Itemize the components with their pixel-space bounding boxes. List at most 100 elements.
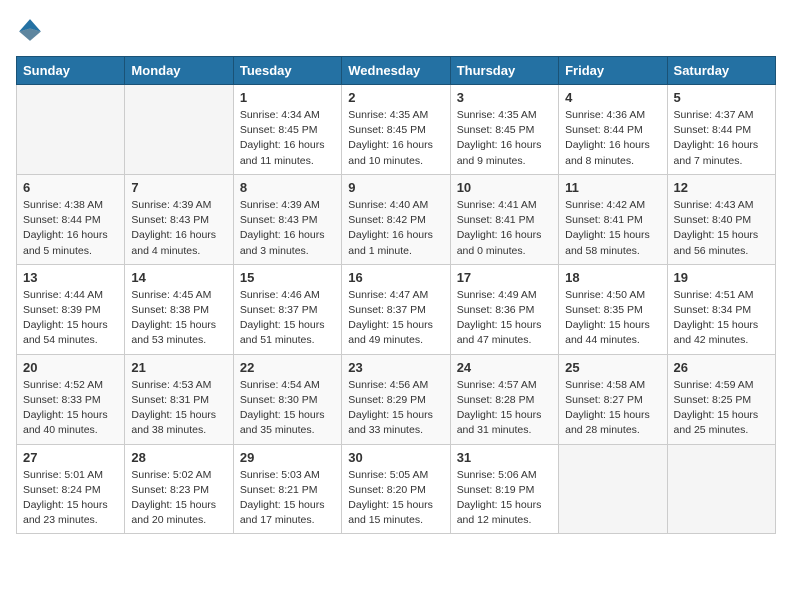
calendar-cell: 21 Sunrise: 4:53 AM Sunset: 8:31 PM Dayli… (125, 354, 233, 444)
calendar-cell (125, 85, 233, 175)
day-info: Sunrise: 4:41 AM Sunset: 8:41 PM Dayligh… (457, 198, 552, 259)
day-number: 5 (674, 90, 769, 105)
day-number: 1 (240, 90, 335, 105)
day-info: Sunrise: 4:44 AM Sunset: 8:39 PM Dayligh… (23, 288, 118, 349)
calendar-cell: 12 Sunrise: 4:43 AM Sunset: 8:40 PM Dayli… (667, 174, 775, 264)
day-info: Sunrise: 4:42 AM Sunset: 8:41 PM Dayligh… (565, 198, 660, 259)
day-number: 28 (131, 450, 226, 465)
calendar-cell (559, 444, 667, 534)
day-info: Sunrise: 4:47 AM Sunset: 8:37 PM Dayligh… (348, 288, 443, 349)
weekday-header: Monday (125, 57, 233, 85)
day-number: 14 (131, 270, 226, 285)
day-info: Sunrise: 4:59 AM Sunset: 8:25 PM Dayligh… (674, 378, 769, 439)
day-info: Sunrise: 4:56 AM Sunset: 8:29 PM Dayligh… (348, 378, 443, 439)
page-header (16, 16, 776, 44)
weekday-header: Tuesday (233, 57, 341, 85)
day-number: 16 (348, 270, 443, 285)
day-number: 22 (240, 360, 335, 375)
day-info: Sunrise: 4:34 AM Sunset: 8:45 PM Dayligh… (240, 108, 335, 169)
day-info: Sunrise: 5:02 AM Sunset: 8:23 PM Dayligh… (131, 468, 226, 529)
day-info: Sunrise: 4:45 AM Sunset: 8:38 PM Dayligh… (131, 288, 226, 349)
day-number: 2 (348, 90, 443, 105)
day-info: Sunrise: 4:37 AM Sunset: 8:44 PM Dayligh… (674, 108, 769, 169)
calendar-cell: 11 Sunrise: 4:42 AM Sunset: 8:41 PM Dayli… (559, 174, 667, 264)
day-number: 7 (131, 180, 226, 195)
weekday-header: Sunday (17, 57, 125, 85)
day-number: 4 (565, 90, 660, 105)
calendar-cell: 18 Sunrise: 4:50 AM Sunset: 8:35 PM Dayli… (559, 264, 667, 354)
day-number: 30 (348, 450, 443, 465)
day-number: 25 (565, 360, 660, 375)
day-number: 18 (565, 270, 660, 285)
calendar-cell: 1 Sunrise: 4:34 AM Sunset: 8:45 PM Daylig… (233, 85, 341, 175)
day-number: 31 (457, 450, 552, 465)
day-number: 12 (674, 180, 769, 195)
calendar-cell: 22 Sunrise: 4:54 AM Sunset: 8:30 PM Dayli… (233, 354, 341, 444)
day-info: Sunrise: 5:06 AM Sunset: 8:19 PM Dayligh… (457, 468, 552, 529)
calendar-cell: 24Sunrise: 4:57 AM Sunset: 8:28 PM Dayli… (450, 354, 558, 444)
calendar-week-row: 20Sunrise: 4:52 AM Sunset: 8:33 PM Dayli… (17, 354, 776, 444)
day-info: Sunrise: 4:58 AM Sunset: 8:27 PM Dayligh… (565, 378, 660, 439)
day-info: Sunrise: 4:50 AM Sunset: 8:35 PM Dayligh… (565, 288, 660, 349)
calendar-cell: 16 Sunrise: 4:47 AM Sunset: 8:37 PM Dayli… (342, 264, 450, 354)
calendar-cell: 27 Sunrise: 5:01 AM Sunset: 8:24 PM Dayli… (17, 444, 125, 534)
calendar-cell: 31 Sunrise: 5:06 AM Sunset: 8:19 PM Dayli… (450, 444, 558, 534)
calendar-cell: 5 Sunrise: 4:37 AM Sunset: 8:44 PM Daylig… (667, 85, 775, 175)
calendar-week-row: 1 Sunrise: 4:34 AM Sunset: 8:45 PM Daylig… (17, 85, 776, 175)
day-number: 10 (457, 180, 552, 195)
day-number: 3 (457, 90, 552, 105)
calendar-cell: 30 Sunrise: 5:05 AM Sunset: 8:20 PM Dayli… (342, 444, 450, 534)
weekday-header: Friday (559, 57, 667, 85)
day-number: 9 (348, 180, 443, 195)
day-number: 17 (457, 270, 552, 285)
day-number: 15 (240, 270, 335, 285)
calendar-week-row: 27 Sunrise: 5:01 AM Sunset: 8:24 PM Dayli… (17, 444, 776, 534)
weekday-header: Saturday (667, 57, 775, 85)
day-info: Sunrise: 5:03 AM Sunset: 8:21 PM Dayligh… (240, 468, 335, 529)
calendar-cell: 3 Sunrise: 4:35 AM Sunset: 8:45 PM Daylig… (450, 85, 558, 175)
calendar-cell: 20Sunrise: 4:52 AM Sunset: 8:33 PM Dayli… (17, 354, 125, 444)
day-info: Sunrise: 4:35 AM Sunset: 8:45 PM Dayligh… (348, 108, 443, 169)
calendar-cell: 26 Sunrise: 4:59 AM Sunset: 8:25 PM Dayli… (667, 354, 775, 444)
day-number: 21 (131, 360, 226, 375)
calendar-week-row: 6Sunrise: 4:38 AM Sunset: 8:44 PM Daylig… (17, 174, 776, 264)
day-info: Sunrise: 4:35 AM Sunset: 8:45 PM Dayligh… (457, 108, 552, 169)
calendar-cell: 7Sunrise: 4:39 AM Sunset: 8:43 PM Daylig… (125, 174, 233, 264)
logo-icon (16, 16, 44, 44)
day-info: Sunrise: 4:57 AM Sunset: 8:28 PM Dayligh… (457, 378, 552, 439)
calendar-cell: 17 Sunrise: 4:49 AM Sunset: 8:36 PM Dayli… (450, 264, 558, 354)
calendar-cell: 10 Sunrise: 4:41 AM Sunset: 8:41 PM Dayli… (450, 174, 558, 264)
day-number: 13 (23, 270, 118, 285)
calendar-week-row: 13 Sunrise: 4:44 AM Sunset: 8:39 PM Dayli… (17, 264, 776, 354)
day-info: Sunrise: 5:05 AM Sunset: 8:20 PM Dayligh… (348, 468, 443, 529)
day-info: Sunrise: 4:46 AM Sunset: 8:37 PM Dayligh… (240, 288, 335, 349)
day-info: Sunrise: 4:43 AM Sunset: 8:40 PM Dayligh… (674, 198, 769, 259)
day-number: 8 (240, 180, 335, 195)
weekday-header: Thursday (450, 57, 558, 85)
calendar-cell: 25 Sunrise: 4:58 AM Sunset: 8:27 PM Dayli… (559, 354, 667, 444)
weekday-header-row: SundayMondayTuesdayWednesdayThursdayFrid… (17, 57, 776, 85)
day-number: 11 (565, 180, 660, 195)
calendar-cell: 28 Sunrise: 5:02 AM Sunset: 8:23 PM Dayli… (125, 444, 233, 534)
day-info: Sunrise: 4:52 AM Sunset: 8:33 PM Dayligh… (23, 378, 118, 439)
day-info: Sunrise: 4:54 AM Sunset: 8:30 PM Dayligh… (240, 378, 335, 439)
calendar-cell: 29 Sunrise: 5:03 AM Sunset: 8:21 PM Dayli… (233, 444, 341, 534)
day-number: 26 (674, 360, 769, 375)
day-info: Sunrise: 5:01 AM Sunset: 8:24 PM Dayligh… (23, 468, 118, 529)
day-number: 27 (23, 450, 118, 465)
calendar-cell: 13 Sunrise: 4:44 AM Sunset: 8:39 PM Dayli… (17, 264, 125, 354)
calendar-cell: 23Sunrise: 4:56 AM Sunset: 8:29 PM Dayli… (342, 354, 450, 444)
day-number: 19 (674, 270, 769, 285)
day-info: Sunrise: 4:51 AM Sunset: 8:34 PM Dayligh… (674, 288, 769, 349)
day-info: Sunrise: 4:39 AM Sunset: 8:43 PM Dayligh… (240, 198, 335, 259)
day-info: Sunrise: 4:53 AM Sunset: 8:31 PM Dayligh… (131, 378, 226, 439)
day-info: Sunrise: 4:40 AM Sunset: 8:42 PM Dayligh… (348, 198, 443, 259)
day-number: 29 (240, 450, 335, 465)
calendar-cell: 15 Sunrise: 4:46 AM Sunset: 8:37 PM Dayli… (233, 264, 341, 354)
calendar-table: SundayMondayTuesdayWednesdayThursdayFrid… (16, 56, 776, 534)
day-info: Sunrise: 4:49 AM Sunset: 8:36 PM Dayligh… (457, 288, 552, 349)
calendar-cell: 19 Sunrise: 4:51 AM Sunset: 8:34 PM Dayli… (667, 264, 775, 354)
calendar-cell: 9 Sunrise: 4:40 AM Sunset: 8:42 PM Daylig… (342, 174, 450, 264)
weekday-header: Wednesday (342, 57, 450, 85)
calendar-cell: 2 Sunrise: 4:35 AM Sunset: 8:45 PM Daylig… (342, 85, 450, 175)
